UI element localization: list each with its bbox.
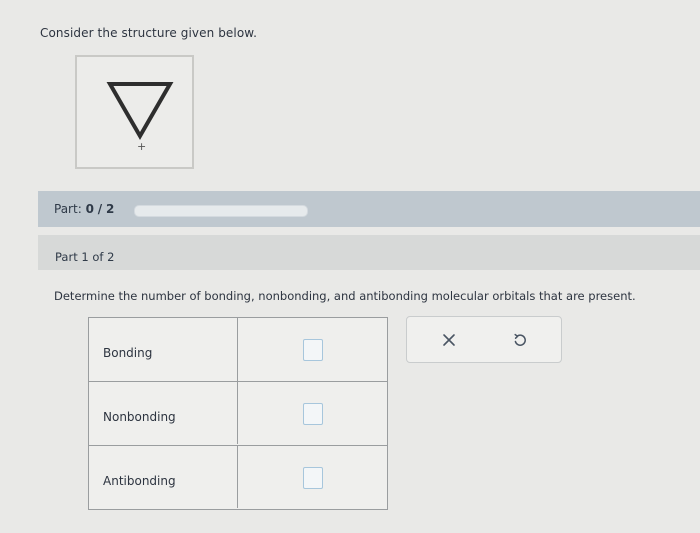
structure-image: + [75, 55, 194, 169]
close-icon [443, 334, 455, 346]
row-label-cell: Bonding [89, 318, 238, 381]
reset-button[interactable] [505, 326, 535, 354]
part-label-text: Part: [54, 202, 82, 216]
answer-table: Bonding Nonbonding Antibonding [88, 317, 388, 510]
row-label-cell: Nonbonding [89, 382, 238, 444]
part-progress-label: Part: 0 / 2 [54, 202, 114, 216]
row-label: Bonding [103, 346, 153, 360]
question-intro: Consider the structure given below. [40, 26, 257, 40]
part-header: Part 1 of 2 [38, 235, 700, 270]
part-separator: / [97, 202, 103, 216]
answer-row-bonding: Bonding [89, 318, 387, 381]
triangle-shape [106, 82, 174, 141]
part-current: 0 [85, 202, 94, 216]
answer-row-nonbonding: Nonbonding [89, 381, 387, 444]
triangle-structure: + [106, 82, 174, 153]
row-label-cell: Antibonding [89, 446, 238, 508]
input-cell [238, 382, 387, 444]
answer-row-antibonding: Antibonding [89, 445, 387, 508]
part-progress-bar: Part: 0 / 2 [38, 191, 700, 227]
progress-track [134, 205, 308, 217]
antibonding-input[interactable] [303, 467, 323, 489]
row-label: Antibonding [103, 474, 176, 488]
charge-symbol: + [137, 140, 146, 153]
bonding-input[interactable] [303, 339, 323, 361]
input-cell [238, 446, 387, 508]
answer-actions [406, 316, 562, 363]
row-label: Nonbonding [103, 410, 176, 424]
undo-icon [514, 333, 526, 346]
question-text: Determine the number of bonding, nonbond… [54, 289, 636, 303]
part-total: 2 [105, 202, 115, 216]
clear-button[interactable] [434, 326, 464, 354]
part-header-label: Part 1 of 2 [55, 250, 115, 264]
nonbonding-input[interactable] [303, 403, 323, 425]
input-cell [238, 318, 387, 381]
